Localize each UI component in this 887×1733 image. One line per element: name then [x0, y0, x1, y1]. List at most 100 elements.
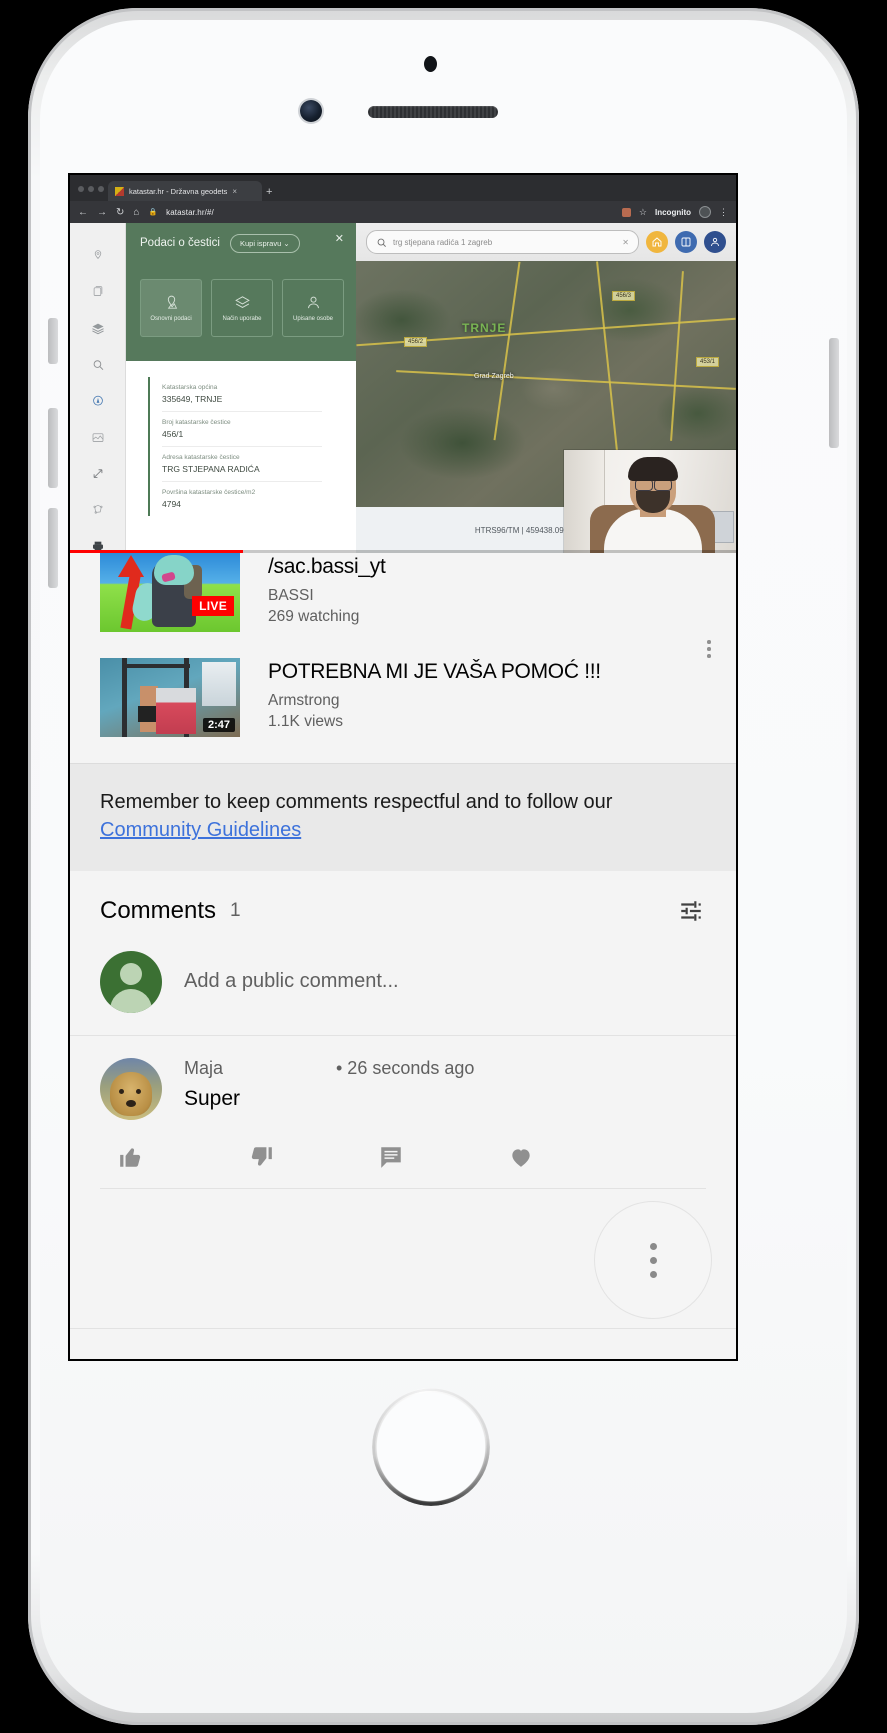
toolbar-right-group: ☆ Incognito ⋮: [621, 206, 728, 218]
window-close-dot[interactable]: [78, 186, 84, 192]
guidelines-text-body: Remember to keep comments respectful and…: [100, 791, 613, 813]
buy-document-button[interactable]: Kupi ispravu ⌄: [230, 234, 300, 253]
comments-count: 1: [230, 899, 241, 921]
parcel-label: 456/2: [404, 337, 428, 347]
new-tab-button[interactable]: +: [266, 186, 272, 198]
browser-menu-icon[interactable]: ⋮: [719, 207, 728, 218]
incognito-avatar-icon[interactable]: [699, 206, 711, 218]
video-stats: 269 watching: [268, 607, 360, 625]
comment-author[interactable]: Maja: [184, 1058, 336, 1079]
home-icon: [652, 237, 662, 247]
floating-more-button[interactable]: [594, 1201, 712, 1319]
field-label: Adresa katastarske čestice: [162, 454, 240, 461]
clear-icon[interactable]: ✕: [622, 238, 629, 247]
add-comment-input[interactable]: Add a public comment...: [184, 970, 399, 993]
polygon-icon[interactable]: [87, 503, 109, 516]
browser-tab[interactable]: katastar.hr - Državna geodets ×: [108, 181, 262, 201]
home-icon[interactable]: ⌂: [133, 207, 139, 218]
screen-bottom-strip: [70, 1328, 736, 1359]
tab-label: Upisane osobe: [292, 316, 334, 322]
video-row[interactable]: 2:47 POTREBNA MI JE VAŠA POMOĆ !!! Armst…: [70, 632, 736, 737]
avatar: [100, 950, 162, 1013]
video-stats: 1.1K views: [268, 712, 343, 730]
home-button[interactable]: [375, 1391, 487, 1503]
video-channel: Armstrong: [268, 691, 340, 709]
tab-upisane-osobe[interactable]: Upisane osobe: [282, 279, 344, 337]
bookmark-star-icon[interactable]: ☆: [639, 207, 647, 218]
close-icon[interactable]: ×: [232, 187, 237, 196]
dislike-button[interactable]: [230, 1144, 360, 1170]
extension-icon[interactable]: [621, 207, 631, 217]
video-row[interactable]: LIVE /sac.bassi_yt BASSI 269 watching: [70, 553, 736, 632]
copy-layers-icon[interactable]: [87, 285, 109, 298]
volume-down-button[interactable]: [48, 508, 58, 588]
video-thumbnail[interactable]: 2:47: [100, 658, 240, 737]
parcel-pin-icon: [167, 295, 177, 309]
app-tool-rail: [70, 223, 126, 553]
lock-icon: 🔒: [148, 209, 158, 216]
map-search-input[interactable]: trg stjepana radića 1 zagreb ✕: [366, 230, 639, 254]
map-layers-button[interactable]: [675, 231, 697, 253]
tab-nacin-uporabe[interactable]: Način uporabe: [211, 279, 273, 337]
map-account-button[interactable]: [704, 231, 726, 253]
site-favicon-icon: [115, 186, 124, 196]
search-icon[interactable]: [87, 358, 109, 371]
front-camera-icon: [300, 100, 322, 122]
reply-button[interactable]: [360, 1144, 490, 1170]
guidelines-text: Remember to keep comments respectful and…: [100, 788, 706, 845]
heart-button[interactable]: [490, 1144, 620, 1170]
thumbs-up-icon: [120, 1148, 141, 1167]
location-pin-icon[interactable]: [87, 249, 109, 262]
video-meta: /sac.bassi_yt BASSI 269 watching: [240, 553, 736, 632]
info-circle-icon[interactable]: [87, 394, 109, 407]
back-arrow-icon[interactable]: ←: [78, 207, 88, 218]
silent-switch[interactable]: [48, 318, 58, 364]
map-search-value: trg stjepana radića 1 zagreb: [393, 237, 493, 247]
map-home-button[interactable]: [646, 231, 668, 253]
video-title: /sac.bassi_yt: [268, 555, 386, 578]
live-badge: LIVE: [192, 596, 234, 616]
forward-arrow-icon[interactable]: →: [97, 207, 107, 218]
like-button[interactable]: [100, 1144, 230, 1170]
panel-tabs: Osnovni podaci Način uporabe Upisane oso…: [140, 279, 344, 337]
video-thumbnail[interactable]: LIVE: [100, 553, 240, 632]
video-player[interactable]: katastar.hr - Državna geodets × + ← → ↻ …: [70, 175, 736, 553]
stacked-layers-icon[interactable]: [87, 322, 109, 335]
map-area[interactable]: trg stjepana radića 1 zagreb ✕ 456/2 456…: [356, 223, 736, 553]
avatar[interactable]: [100, 1057, 162, 1120]
parcel-label: 453/1: [696, 357, 720, 367]
volume-up-button[interactable]: [48, 408, 58, 488]
layers-icon: [234, 296, 250, 308]
field-value: 335649, TRNJE: [162, 394, 223, 404]
person-icon: [711, 237, 719, 247]
window-minimize-dot[interactable]: [88, 186, 94, 192]
heart-icon: [512, 1149, 530, 1167]
window-maximize-dot[interactable]: [98, 186, 104, 192]
close-icon[interactable]: ✕: [335, 232, 344, 245]
webcam-overlay: [564, 450, 736, 553]
comment-icon: [381, 1147, 401, 1168]
reload-icon[interactable]: ↻: [116, 207, 124, 218]
image-map-icon[interactable]: [87, 431, 109, 444]
tab-osnovni-podaci[interactable]: Osnovni podaci: [140, 279, 202, 337]
comments-section: Comments 1 Add a public comment... Maja …: [70, 870, 736, 1227]
measure-arrows-icon[interactable]: [87, 467, 109, 480]
sort-filter-icon[interactable]: [676, 898, 706, 924]
parcel-field-list: Katastarska općina 335649, TRNJE Broj ka…: [126, 361, 356, 516]
comment-item: Maja • 26 seconds ago Super: [70, 1036, 736, 1128]
video-meta: POTREBNA MI JE VAŠA POMOĆ !!! Armstrong …: [240, 658, 736, 737]
field-povrsina: Površina katastarske čestice/m2 4794: [162, 482, 322, 516]
add-comment-row[interactable]: Add a public comment...: [70, 945, 736, 1036]
map-district-label: TRNJE: [462, 321, 507, 335]
map-toolbar: trg stjepana radića 1 zagreb ✕: [356, 223, 736, 261]
comments-title: Comments: [100, 896, 217, 924]
incognito-label: Incognito: [655, 207, 691, 217]
address-bar-url[interactable]: katastar.hr/#/: [166, 208, 214, 217]
comments-header: Comments 1: [70, 871, 736, 945]
community-guidelines-link[interactable]: Community Guidelines: [100, 819, 301, 841]
thumbs-down-icon: [251, 1147, 272, 1166]
comment-timestamp: • 26 seconds ago: [336, 1057, 475, 1078]
more-vertical-icon[interactable]: [696, 640, 722, 658]
power-button[interactable]: [829, 338, 839, 448]
comment-actions: [100, 1128, 706, 1189]
